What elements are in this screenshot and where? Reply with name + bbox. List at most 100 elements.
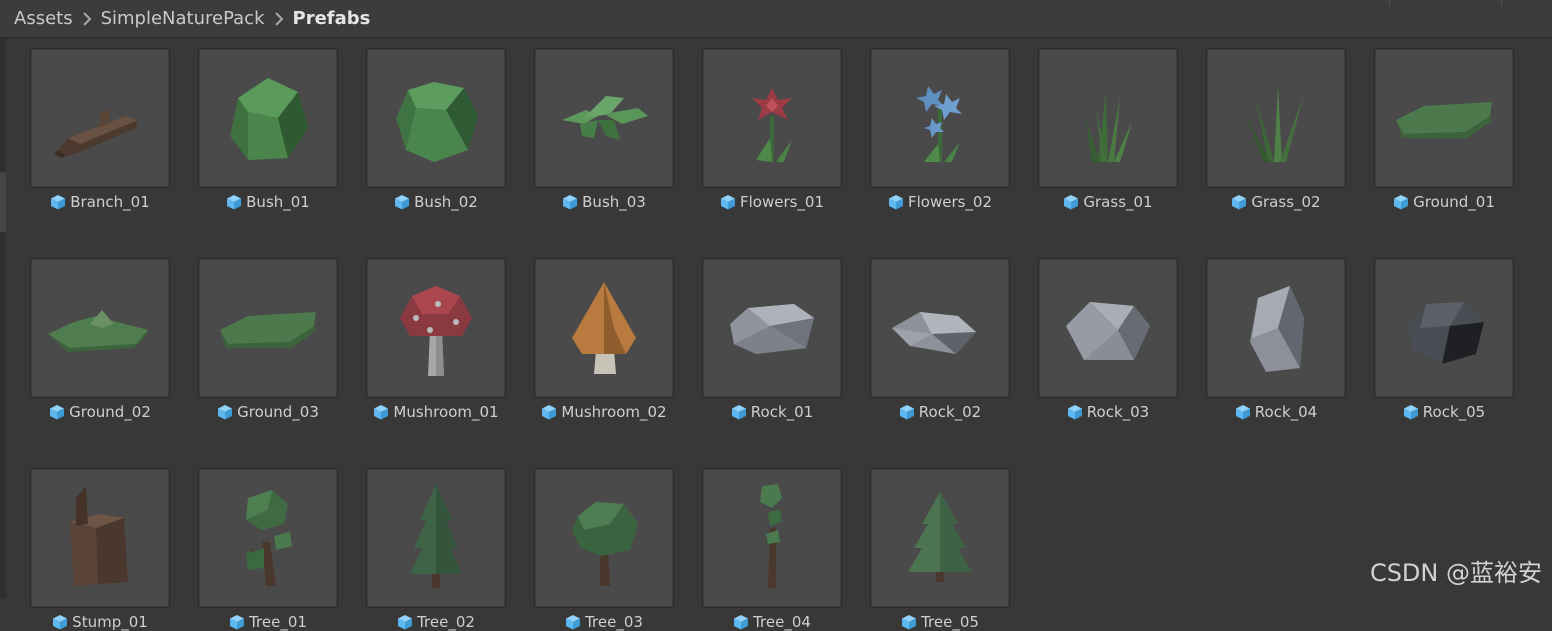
- asset-item[interactable]: Branch_01: [30, 48, 170, 211]
- asset-label[interactable]: Grass_01: [1063, 193, 1153, 211]
- asset-thumbnail[interactable]: [534, 48, 674, 188]
- asset-item[interactable]: Tree_01: [198, 468, 338, 631]
- asset-label[interactable]: Ground_03: [217, 403, 319, 421]
- asset-thumbnail[interactable]: [1206, 258, 1346, 398]
- asset-name: Mushroom_02: [561, 403, 667, 421]
- asset-label[interactable]: Tree_02: [397, 613, 475, 631]
- asset-item[interactable]: Ground_01: [1374, 48, 1514, 211]
- asset-thumbnail[interactable]: [870, 48, 1010, 188]
- asset-thumbnail[interactable]: [870, 468, 1010, 608]
- asset-item[interactable]: Rock_02: [870, 258, 1010, 421]
- asset-label[interactable]: Mushroom_02: [541, 403, 667, 421]
- asset-label[interactable]: Rock_01: [731, 403, 813, 421]
- flower-red-preview-icon: [752, 88, 792, 162]
- asset-thumbnail[interactable]: [702, 258, 842, 398]
- asset-item[interactable]: Rock_05: [1374, 258, 1514, 421]
- asset-item[interactable]: Grass_02: [1206, 48, 1346, 211]
- asset-thumbnail[interactable]: [198, 468, 338, 608]
- asset-item[interactable]: Ground_03: [198, 258, 338, 421]
- asset-item[interactable]: Tree_03: [534, 468, 674, 631]
- breadcrumb-assets[interactable]: Assets: [14, 8, 73, 29]
- asset-thumbnail[interactable]: [366, 258, 506, 398]
- asset-label[interactable]: Bush_03: [562, 193, 646, 211]
- asset-name: Bush_02: [414, 193, 478, 211]
- asset-thumbnail[interactable]: [366, 468, 506, 608]
- asset-label[interactable]: Rock_03: [1067, 403, 1149, 421]
- asset-item[interactable]: Mushroom_02: [534, 258, 674, 421]
- asset-thumbnail[interactable]: [1038, 48, 1178, 188]
- asset-label[interactable]: Rock_05: [1403, 403, 1485, 421]
- rock-tall-preview-icon: [1250, 286, 1304, 372]
- asset-item[interactable]: Flowers_02: [870, 48, 1010, 211]
- ground-hill-preview-icon: [48, 310, 148, 352]
- asset-item[interactable]: Bush_02: [366, 48, 506, 211]
- asset-thumbnail[interactable]: [198, 48, 338, 188]
- branch-preview-icon: [54, 110, 138, 158]
- breadcrumb-prefabs[interactable]: Prefabs: [293, 8, 371, 29]
- chevron-right-icon: [274, 11, 284, 26]
- asset-item[interactable]: Mushroom_01: [366, 258, 506, 421]
- asset-name: Rock_01: [750, 403, 814, 421]
- tree-branchy-preview-icon: [246, 490, 292, 586]
- asset-thumbnail[interactable]: [870, 258, 1010, 398]
- asset-label[interactable]: Stump_01: [52, 613, 148, 631]
- asset-item[interactable]: Grass_01: [1038, 48, 1178, 211]
- asset-name: Bush_01: [246, 193, 310, 211]
- asset-label[interactable]: Tree_03: [565, 613, 643, 631]
- asset-thumbnail[interactable]: [1038, 258, 1178, 398]
- asset-item[interactable]: Tree_04: [702, 468, 842, 631]
- asset-thumbnail[interactable]: [1374, 48, 1514, 188]
- prefab-cube-icon: [899, 404, 915, 420]
- asset-item[interactable]: Rock_01: [702, 258, 842, 421]
- asset-label[interactable]: Bush_01: [226, 193, 310, 211]
- asset-label[interactable]: Ground_01: [1393, 193, 1495, 211]
- prefab-cube-icon: [50, 194, 66, 210]
- pine-preview-icon: [908, 492, 972, 582]
- grass-2-preview-icon: [1246, 86, 1304, 162]
- tree-thin-preview-icon: [760, 484, 782, 588]
- asset-item[interactable]: Ground_02: [30, 258, 170, 421]
- asset-label[interactable]: Ground_02: [49, 403, 151, 421]
- asset-thumbnail[interactable]: [30, 48, 170, 188]
- asset-thumbnail[interactable]: [702, 48, 842, 188]
- asset-label[interactable]: Rock_04: [1235, 403, 1317, 421]
- asset-thumbnail[interactable]: [1206, 48, 1346, 188]
- asset-item[interactable]: Flowers_01: [702, 48, 842, 211]
- asset-name: Rock_02: [918, 403, 982, 421]
- asset-label[interactable]: Bush_02: [394, 193, 478, 211]
- asset-thumbnail[interactable]: [30, 258, 170, 398]
- breadcrumb: Assets SimpleNaturePack Prefabs: [0, 0, 1552, 38]
- breadcrumb-simplenaturepack[interactable]: SimpleNaturePack: [101, 8, 265, 29]
- mushroom-red-preview-icon: [400, 286, 472, 376]
- asset-thumbnail[interactable]: [534, 258, 674, 398]
- asset-item[interactable]: Tree_05: [870, 468, 1010, 631]
- asset-thumbnail[interactable]: [366, 48, 506, 188]
- asset-label[interactable]: Rock_02: [899, 403, 981, 421]
- asset-thumbnail[interactable]: [198, 258, 338, 398]
- asset-item[interactable]: Bush_03: [534, 48, 674, 211]
- asset-thumbnail[interactable]: [534, 468, 674, 608]
- prefab-cube-icon: [733, 614, 749, 630]
- asset-label[interactable]: Flowers_02: [888, 193, 992, 211]
- prefab-cube-icon: [226, 194, 242, 210]
- asset-label[interactable]: Tree_04: [733, 613, 811, 631]
- asset-label[interactable]: Branch_01: [50, 193, 150, 211]
- asset-name: Stump_01: [72, 613, 148, 631]
- asset-label[interactable]: Grass_02: [1231, 193, 1321, 211]
- asset-name: Ground_03: [237, 403, 319, 421]
- asset-item[interactable]: Rock_04: [1206, 258, 1346, 421]
- asset-thumbnail[interactable]: [1374, 258, 1514, 398]
- asset-thumbnail[interactable]: [702, 468, 842, 608]
- asset-item[interactable]: Stump_01: [30, 468, 170, 631]
- asset-item[interactable]: Bush_01: [198, 48, 338, 211]
- asset-item[interactable]: Rock_03: [1038, 258, 1178, 421]
- rock-slab-preview-icon: [892, 312, 976, 354]
- asset-label[interactable]: Tree_01: [229, 613, 307, 631]
- chevron-right-icon: [82, 11, 92, 26]
- asset-item[interactable]: Tree_02: [366, 468, 506, 631]
- asset-label[interactable]: Tree_05: [901, 613, 979, 631]
- asset-label[interactable]: Flowers_01: [720, 193, 824, 211]
- asset-thumbnail[interactable]: [30, 468, 170, 608]
- mushroom-orange-preview-icon: [572, 282, 636, 374]
- asset-label[interactable]: Mushroom_01: [373, 403, 499, 421]
